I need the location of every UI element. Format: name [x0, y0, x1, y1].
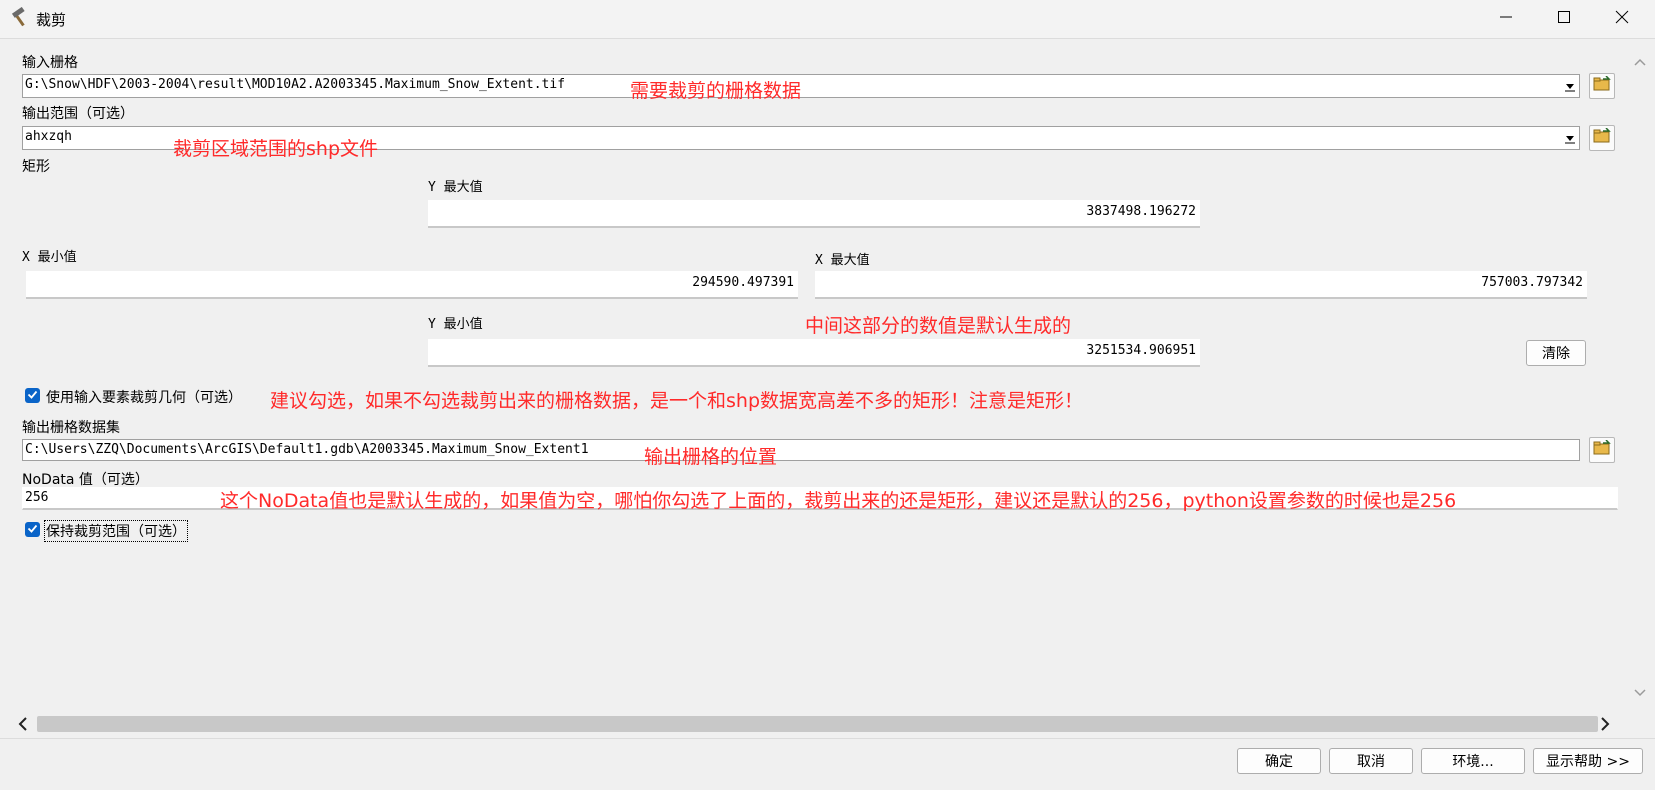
- output-raster-value: C:\Users\ZZQ\Documents\ArcGIS\Default1.g…: [25, 442, 589, 457]
- nodata-value: 256: [25, 490, 49, 505]
- xmin-label: X 最小值: [22, 250, 77, 265]
- chevron-down-icon[interactable]: [1561, 75, 1579, 97]
- output-raster-input[interactable]: C:\Users\ZZQ\Documents\ArcGIS\Default1.g…: [22, 439, 1580, 461]
- annotation-use-geometry: 建议勾选，如果不勾选裁剪出来的栅格数据，是一个和shp数据宽高差不多的矩形！注意…: [270, 390, 1084, 412]
- chevron-down-icon[interactable]: [1561, 127, 1579, 149]
- checkmark-icon: [27, 388, 38, 404]
- output-raster-label: 输出栅格数据集: [22, 420, 120, 436]
- chevron-down-icon[interactable]: [1634, 685, 1646, 701]
- chevron-up-icon[interactable]: [1634, 54, 1646, 70]
- xmin-value: 294590.497391: [692, 275, 794, 290]
- environments-button[interactable]: 环境...: [1421, 748, 1525, 774]
- folder-icon: [1593, 439, 1611, 460]
- ymax-field[interactable]: 3837498.196272: [428, 200, 1200, 228]
- window-title: 裁剪: [36, 11, 67, 29]
- horizontal-scrollbar[interactable]: [18, 713, 1610, 735]
- maximize-icon: [1557, 10, 1571, 28]
- vertical-scrollbar[interactable]: [1629, 45, 1651, 705]
- cancel-button[interactable]: 取消: [1329, 748, 1413, 774]
- use-input-geometry-checkbox[interactable]: [25, 388, 40, 403]
- chevron-left-icon[interactable]: [18, 717, 28, 735]
- input-raster-label: 输入栅格: [22, 55, 78, 71]
- close-button[interactable]: [1593, 0, 1651, 38]
- nodata-label: NoData 值（可选）: [22, 472, 149, 488]
- clear-button[interactable]: 清除: [1526, 340, 1586, 366]
- ok-button[interactable]: 确定: [1237, 748, 1321, 774]
- folder-icon: [1593, 127, 1611, 148]
- hammer-icon: [9, 6, 31, 29]
- annotation-output-raster: 输出栅格的位置: [644, 446, 778, 468]
- xmin-field[interactable]: 294590.497391: [26, 271, 798, 299]
- folder-icon: [1593, 75, 1611, 96]
- title-bar: 裁剪: [0, 0, 1655, 39]
- maintain-extent-checkbox[interactable]: [25, 522, 40, 537]
- ymin-label: Y 最小值: [428, 317, 483, 332]
- input-raster-browse-button[interactable]: [1589, 73, 1615, 99]
- annotation-input-raster: 需要裁剪的栅格数据: [630, 80, 802, 102]
- show-help-button[interactable]: 显示帮助 >>: [1533, 748, 1643, 774]
- annotation-nodata: 这个NoData值也是默认生成的，如果值为空，哪怕你勾选了上面的，裁剪出来的还是…: [220, 490, 1457, 512]
- ymin-value: 3251534.906951: [1086, 343, 1196, 358]
- annotation-default-values: 中间这部分的数值是默认生成的: [805, 315, 1072, 337]
- output-extent-value: ahxzqh: [25, 129, 72, 144]
- use-input-geometry-label: 使用输入要素裁剪几何（可选）: [46, 390, 242, 406]
- input-raster-value: G:\Snow\HDF\2003-2004\result\MOD10A2.A20…: [25, 77, 566, 92]
- minimize-icon: [1499, 10, 1513, 28]
- xmax-value: 757003.797342: [1481, 275, 1583, 290]
- output-extent-browse-button[interactable]: [1589, 125, 1615, 151]
- ymin-field[interactable]: 3251534.906951: [428, 339, 1200, 367]
- xmax-label: X 最大值: [815, 253, 870, 268]
- rectangle-label: 矩形: [22, 159, 50, 175]
- chevron-right-icon[interactable]: [1600, 717, 1610, 735]
- annotation-output-extent: 裁剪区域范围的shp文件: [173, 138, 379, 160]
- ymax-label: Y 最大值: [428, 180, 483, 195]
- maintain-extent-label: 保持裁剪范围（可选）: [44, 520, 188, 542]
- close-icon: [1615, 10, 1629, 28]
- minimize-button[interactable]: [1477, 0, 1535, 38]
- output-raster-browse-button[interactable]: [1589, 437, 1615, 463]
- checkmark-icon: [27, 522, 38, 538]
- xmax-field[interactable]: 757003.797342: [815, 271, 1587, 299]
- output-extent-label: 输出范围（可选）: [22, 106, 134, 122]
- ymax-value: 3837498.196272: [1086, 204, 1196, 219]
- horizontal-scroll-thumb[interactable]: [37, 716, 1598, 732]
- maximize-button[interactable]: [1535, 0, 1593, 38]
